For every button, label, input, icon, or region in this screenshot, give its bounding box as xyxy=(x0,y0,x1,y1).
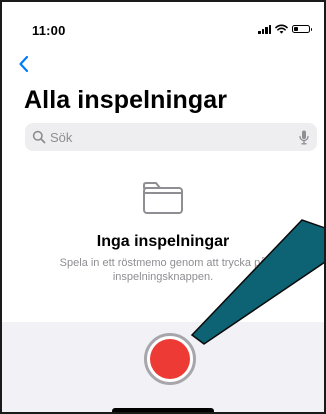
status-icons xyxy=(258,24,312,34)
search-icon xyxy=(32,130,46,144)
status-time: 11:00 xyxy=(32,23,66,38)
battery-icon xyxy=(292,25,312,33)
cellular-signal-icon xyxy=(258,24,271,34)
battery-level xyxy=(294,27,298,31)
chevron-left-icon xyxy=(19,55,29,73)
empty-state: Inga inspelningar Spela in ett röstmemo … xyxy=(2,180,324,284)
home-indicator xyxy=(112,408,214,412)
record-button[interactable] xyxy=(144,333,196,385)
page-title: Alla inspelningar xyxy=(24,86,228,114)
status-bar: 11:00 xyxy=(2,2,324,42)
phone-screen: 11:00 Alla inspelningar Sök Inga inspeln… xyxy=(0,0,326,414)
empty-state-text: Spela in ett röstmemo genom att trycka p… xyxy=(59,257,267,283)
empty-state-title: Inga inspelningar xyxy=(96,233,230,250)
search-bar[interactable] xyxy=(25,123,317,151)
back-button[interactable] xyxy=(16,54,34,74)
search-input[interactable] xyxy=(50,129,290,145)
folder-icon xyxy=(143,182,183,214)
wifi-icon xyxy=(275,24,288,34)
record-icon xyxy=(150,339,190,379)
microphone-icon[interactable] xyxy=(299,130,309,145)
